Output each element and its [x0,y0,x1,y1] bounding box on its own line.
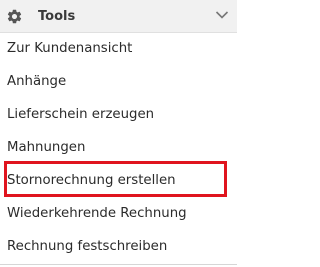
gear-icon [7,9,22,24]
menu-item-wiederkehrende-rechnung[interactable]: Wiederkehrende Rechnung [0,198,237,231]
tools-title: Tools [38,9,76,24]
chevron-down-icon[interactable] [215,10,229,20]
menu-item-lieferschein-erzeugen[interactable]: Lieferschein erzeugen [0,99,237,132]
menu-item-label: Stornorechnung erstellen [7,173,176,188]
menu-item-rechnung-festschreiben[interactable]: Rechnung festschreiben [0,231,237,264]
menu-item-label: Rechnung festschreiben [7,239,168,254]
menu-item-label: Wiederkehrende Rechnung [7,206,187,221]
menu-item-zur-kundenansicht[interactable]: Zur Kundenansicht [0,33,237,66]
menu-item-label: Mahnungen [7,140,86,155]
menu-item-anhaenge[interactable]: Anhänge [0,66,237,99]
menu-item-label: Anhänge [7,74,67,89]
tools-panel: Tools Zur Kundenansicht Anhänge Liefersc… [0,0,237,267]
menu-item-mahnungen[interactable]: Mahnungen [0,132,237,165]
menu-item-stornorechnung-erstellen[interactable]: Stornorechnung erstellen [0,165,237,198]
tools-header[interactable]: Tools [0,0,237,33]
divider [0,264,237,265]
menu-item-label: Zur Kundenansicht [7,41,133,56]
menu-item-label: Lieferschein erzeugen [7,107,155,122]
